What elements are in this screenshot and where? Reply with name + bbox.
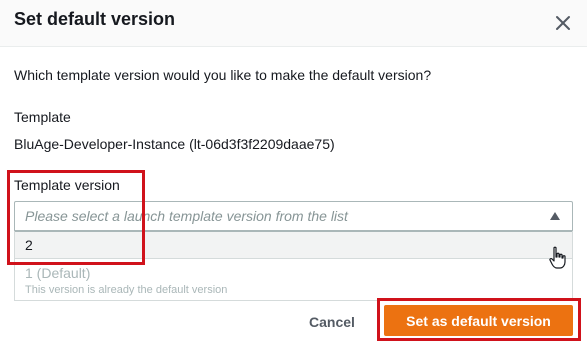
set-default-version-dialog: Set default version Which template versi… [0,0,587,341]
template-value: BluAge-Developer-Instance (lt-06d3f3f220… [14,136,335,152]
select-placeholder: Please select a launch template version … [25,208,348,224]
option-label: 1 (Default) [25,265,91,281]
template-label: Template [14,109,71,125]
dialog-header: Set default version [0,0,587,47]
close-button[interactable] [552,12,574,34]
option-label: 2 [25,237,33,253]
template-version-label: Template version [14,177,120,193]
version-dropdown-list: 2 1 (Default) This version is already th… [14,231,573,301]
caret-up-icon[interactable] [550,212,560,220]
cancel-button[interactable]: Cancel [298,308,366,334]
dialog-title: Set default version [14,9,176,29]
close-icon [556,16,570,30]
dialog-question: Which template version would you like to… [14,67,432,83]
version-option-2[interactable]: 2 [15,231,572,259]
template-version-select[interactable]: Please select a launch template version … [14,201,573,231]
option-description: This version is already the default vers… [25,284,228,296]
set-as-default-version-button[interactable]: Set as default version [384,305,573,336]
hand-pointer-cursor-icon [548,246,568,270]
version-option-1-default: 1 (Default) This version is already the … [15,259,572,299]
